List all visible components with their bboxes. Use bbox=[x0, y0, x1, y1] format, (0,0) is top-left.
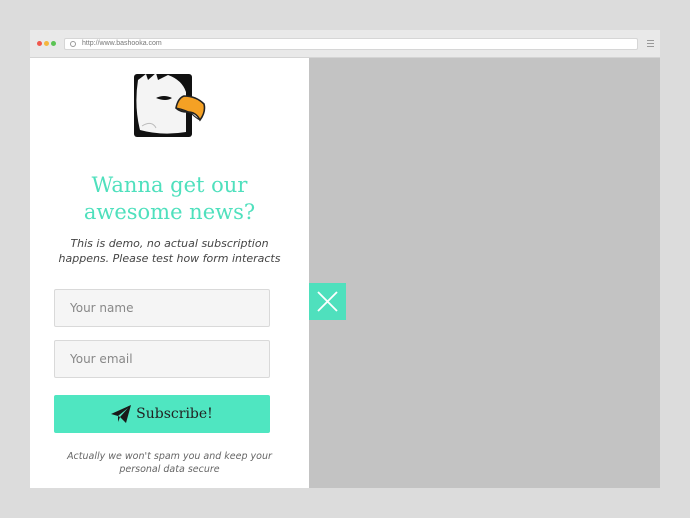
hamburger-menu-icon[interactable] bbox=[647, 40, 654, 48]
browser-window: http://www.bashooka.com Wanna get our aw… bbox=[30, 30, 660, 488]
form-title-line1: Wanna get our bbox=[91, 173, 248, 197]
subscribe-label: Subscribe! bbox=[136, 406, 213, 422]
name-input[interactable] bbox=[54, 289, 270, 327]
email-input[interactable] bbox=[54, 340, 270, 378]
form-title-line2: awesome news? bbox=[83, 200, 256, 224]
address-bar[interactable]: http://www.bashooka.com bbox=[64, 38, 638, 50]
form-title: Wanna get our awesome news? bbox=[30, 172, 309, 226]
subscription-panel: Wanna get our awesome news? This is demo… bbox=[30, 58, 309, 488]
privacy-note: Actually we won't spam you and keep your… bbox=[67, 451, 272, 475]
window-maximize-dot[interactable] bbox=[51, 41, 56, 46]
close-button[interactable] bbox=[309, 283, 346, 320]
close-icon bbox=[317, 291, 338, 312]
window-minimize-dot[interactable] bbox=[44, 41, 49, 46]
subscribe-button[interactable]: Subscribe! bbox=[54, 395, 270, 433]
globe-icon bbox=[70, 41, 76, 47]
paper-plane-icon bbox=[111, 405, 132, 423]
browser-toolbar: http://www.bashooka.com bbox=[30, 30, 660, 58]
window-close-dot[interactable] bbox=[37, 41, 42, 46]
eagle-logo-icon bbox=[134, 73, 206, 137]
address-text: http://www.bashooka.com bbox=[82, 40, 162, 47]
form-description: This is demo, no actual subscription hap… bbox=[58, 237, 281, 265]
